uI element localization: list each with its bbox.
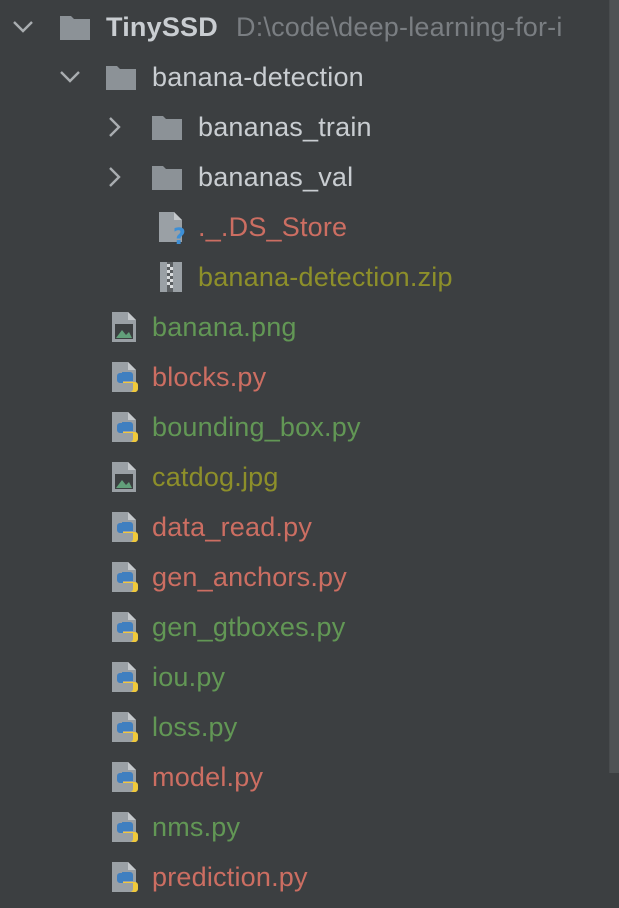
- file-label: prediction.py: [152, 862, 308, 892]
- python-file-icon: [108, 660, 142, 694]
- chevron-right-icon[interactable]: [100, 162, 130, 192]
- file-label: banana-detection.zip: [198, 262, 453, 292]
- chevron-down-icon[interactable]: [8, 12, 38, 42]
- chevron-right-icon[interactable]: [100, 112, 130, 142]
- tree-node-file[interactable]: iou.py: [0, 652, 619, 702]
- python-file-icon: [108, 860, 142, 894]
- python-file-icon: [108, 902, 142, 908]
- project-name: TinySSD: [106, 12, 218, 42]
- tree-node-file[interactable]: nms.py: [0, 802, 619, 852]
- file-label: loss.py: [152, 712, 238, 742]
- tree-node-file[interactable]: gen_anchors.py: [0, 552, 619, 602]
- scrollbar-thumb[interactable]: [609, 0, 619, 773]
- tree-node-file[interactable]: banana.png: [0, 302, 619, 352]
- file-label: catdog.jpg: [152, 462, 279, 492]
- tree-node-project-root[interactable]: TinySSD D:\code\deep-learning-for-i: [0, 2, 619, 52]
- file-label: model.py: [152, 762, 264, 792]
- file-label: iou.py: [152, 662, 226, 692]
- chevron-down-icon[interactable]: [55, 62, 85, 92]
- image-file-icon: [108, 310, 142, 344]
- tree-node-file[interactable]: blocks.py: [0, 352, 619, 402]
- python-file-icon: [108, 810, 142, 844]
- unknown-file-icon: ?: [154, 210, 188, 250]
- tree-node-ds-store[interactable]: ? ._.DS_Store: [0, 202, 619, 252]
- tree-node-banana-detection-zip[interactable]: banana-detection.zip: [0, 252, 619, 302]
- svg-text:?: ?: [173, 225, 186, 244]
- tree-node-bananas-val[interactable]: bananas_val: [0, 152, 619, 202]
- tree-node-file[interactable]: loss.py: [0, 702, 619, 752]
- file-label: gen_gtboxes.py: [152, 612, 346, 642]
- python-file-icon: [108, 760, 142, 794]
- python-file-icon: [108, 510, 142, 544]
- vertical-scrollbar[interactable]: [609, 0, 619, 908]
- python-file-icon: [108, 610, 142, 644]
- archive-file-icon: [154, 260, 188, 294]
- python-file-icon: [108, 410, 142, 444]
- file-label: blocks.py: [152, 362, 267, 392]
- folder-label: bananas_val: [198, 162, 354, 192]
- project-tree: TinySSD D:\code\deep-learning-for-i bana…: [0, 0, 619, 908]
- image-file-icon: [108, 460, 142, 494]
- folder-icon: [150, 110, 184, 144]
- python-file-icon: [108, 710, 142, 744]
- folder-icon: [58, 10, 92, 44]
- tree-node-file[interactable]: catdog.jpg: [0, 452, 619, 502]
- folder-icon: [150, 160, 184, 194]
- file-label: nms.py: [152, 812, 241, 842]
- tree-node-file[interactable]: [0, 902, 619, 908]
- folder-label: banana-detection: [152, 62, 364, 92]
- file-label: bounding_box.py: [152, 412, 361, 442]
- python-file-icon: [108, 360, 142, 394]
- tree-node-file[interactable]: data_read.py: [0, 502, 619, 552]
- tree-node-file[interactable]: gen_gtboxes.py: [0, 602, 619, 652]
- file-label: banana.png: [152, 312, 297, 342]
- file-label: data_read.py: [152, 512, 313, 542]
- file-label: gen_anchors.py: [152, 562, 347, 592]
- tree-node-bananas-train[interactable]: bananas_train: [0, 102, 619, 152]
- file-label: ._.DS_Store: [198, 212, 348, 242]
- tree-node-file[interactable]: model.py: [0, 752, 619, 802]
- tree-node-banana-detection[interactable]: banana-detection: [0, 52, 619, 102]
- tree-node-file[interactable]: bounding_box.py: [0, 402, 619, 452]
- folder-label: bananas_train: [198, 112, 372, 142]
- tree-node-file[interactable]: prediction.py: [0, 852, 619, 902]
- project-path: D:\code\deep-learning-for-i: [236, 12, 563, 42]
- python-file-icon: [108, 560, 142, 594]
- folder-icon: [104, 60, 138, 94]
